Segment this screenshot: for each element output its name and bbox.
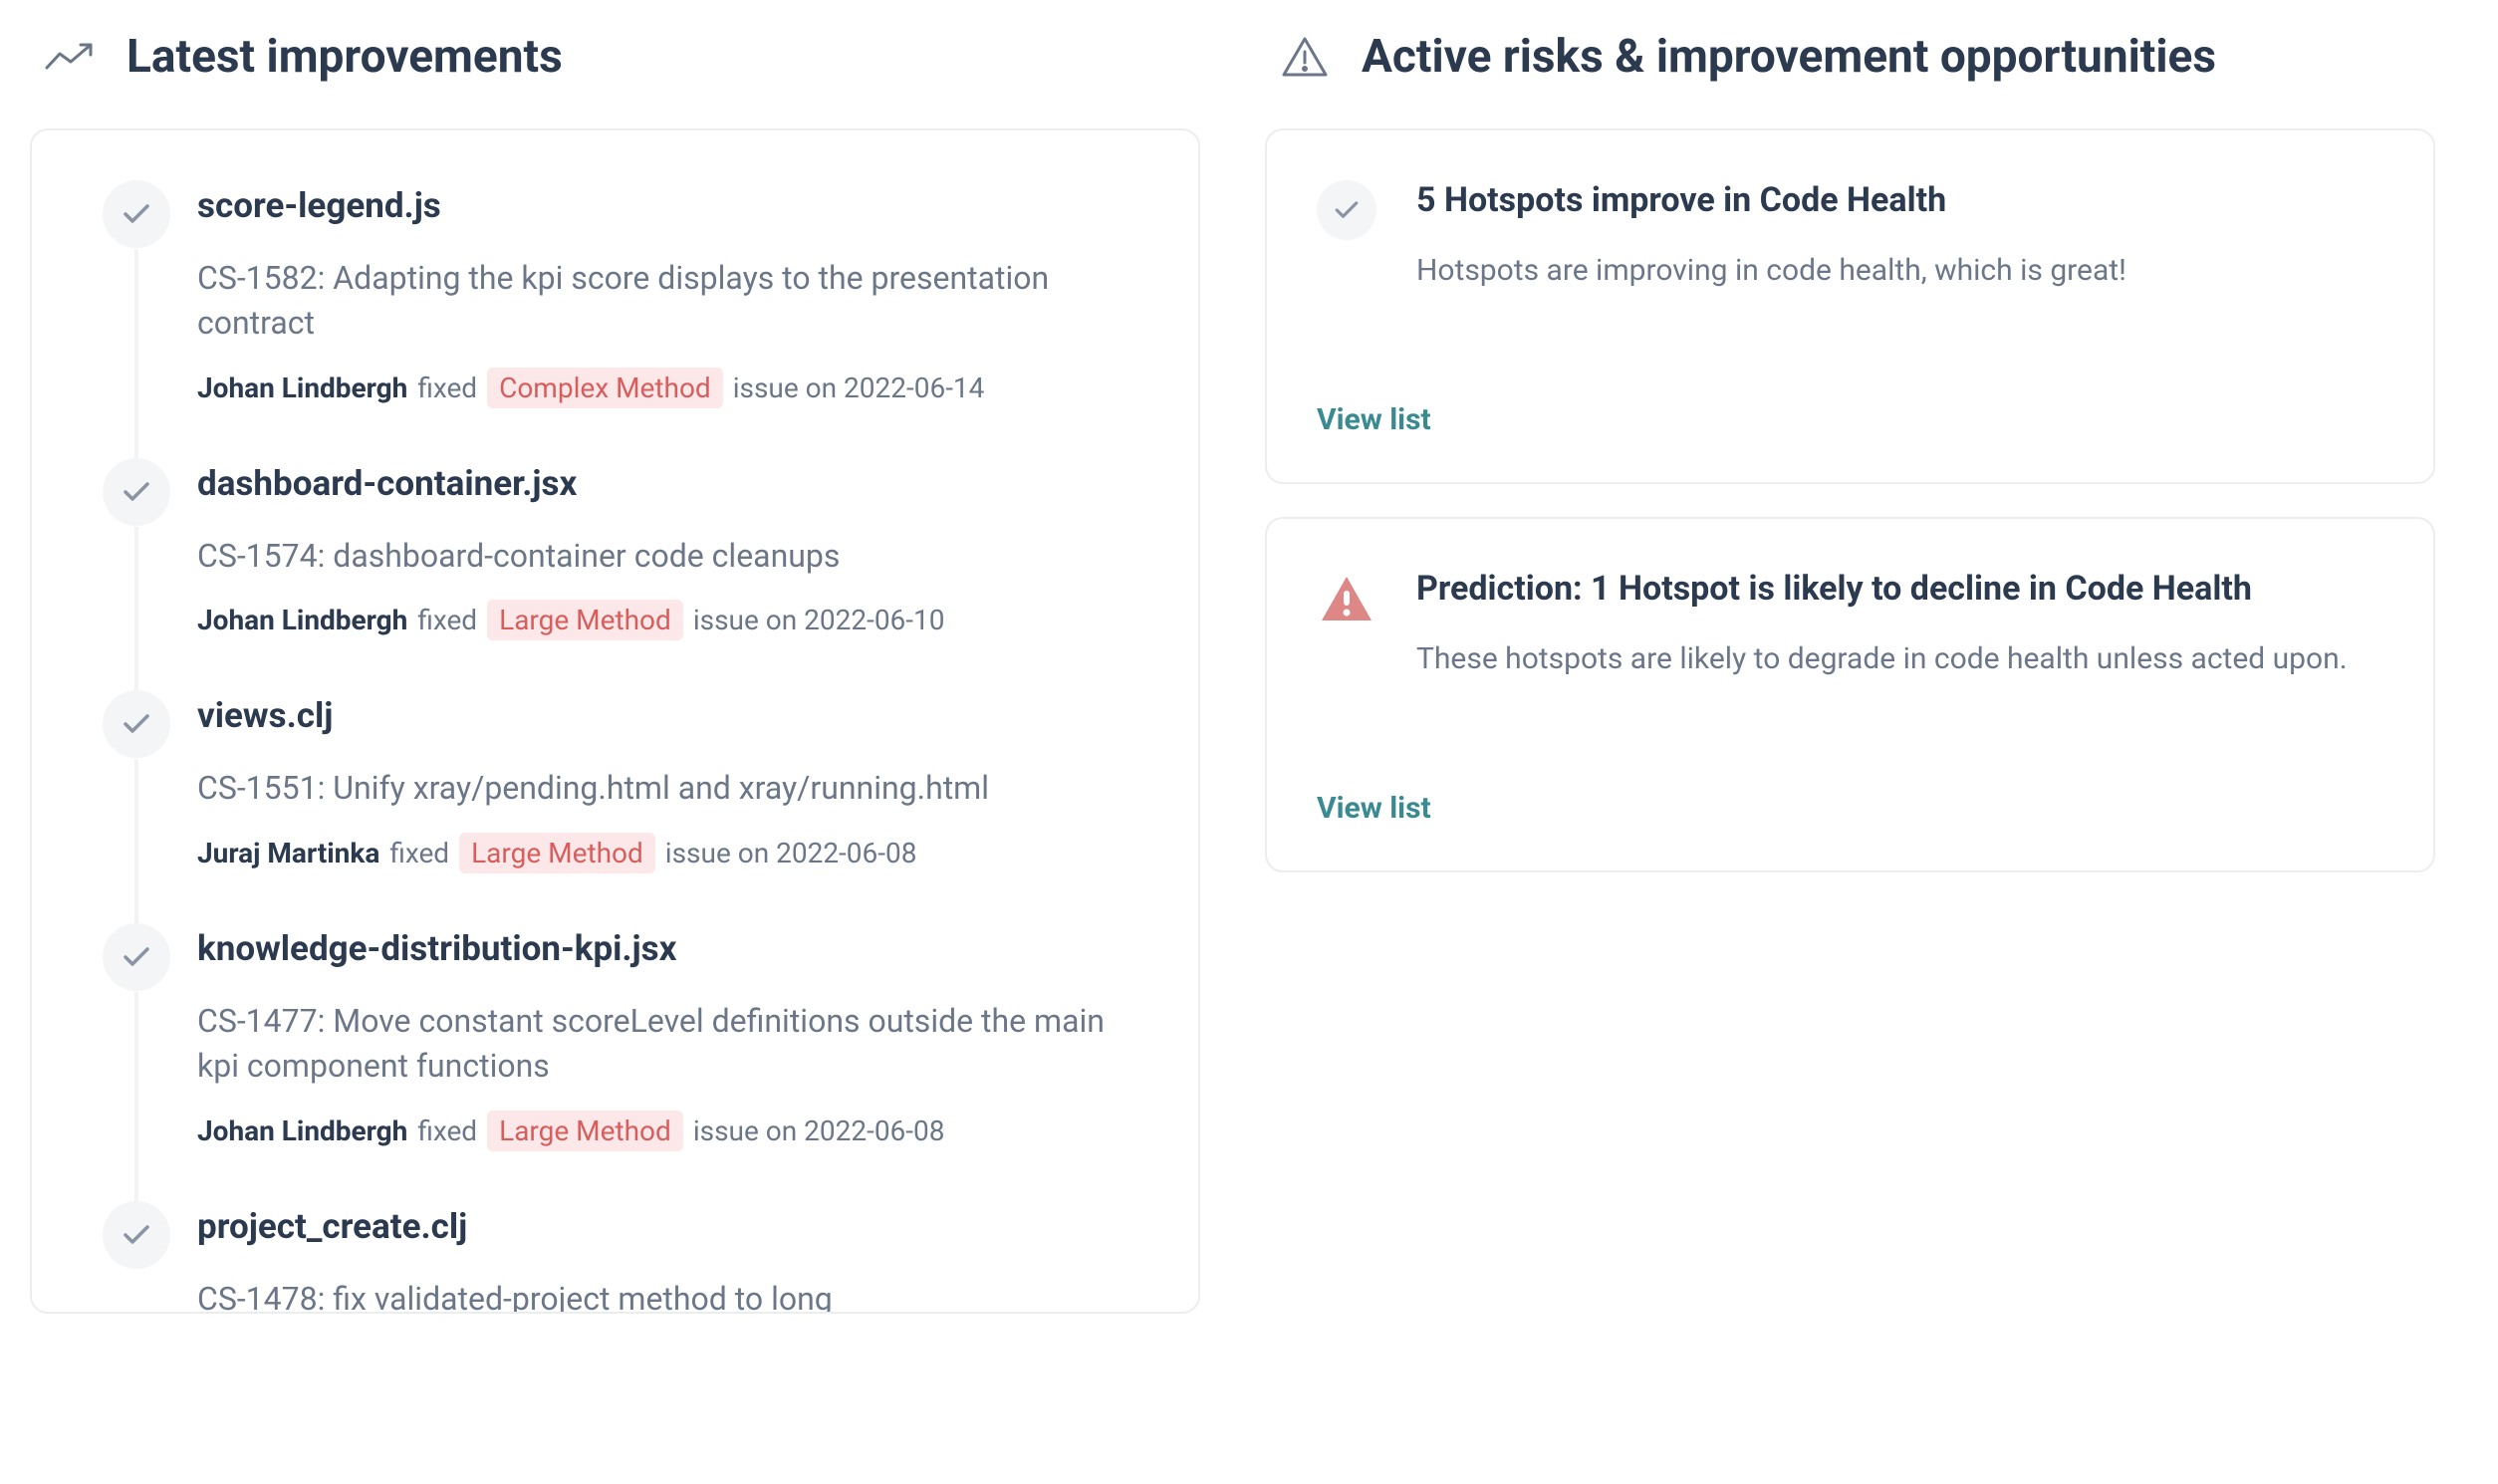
risk-card-header: 5 Hotspots improve in Code Health Hotspo… — [1317, 180, 2383, 293]
improvement-desc: CS-1477: Move constant scoreLevel defini… — [197, 999, 1133, 1089]
improvement-fixed-label: fixed — [417, 604, 477, 636]
risk-card-title: 5 Hotspots improve in Code Health — [1416, 180, 2383, 220]
improvement-issue: issue on 2022-06-08 — [665, 837, 917, 869]
risks-column: Active risks & improvement opportunities… — [1265, 30, 2435, 1314]
improvement-desc: CS-1574: dashboard-container code cleanu… — [197, 534, 1133, 579]
view-list-link[interactable]: View list — [1317, 791, 2383, 826]
risks-title: Active risks & improvement opportunities — [1362, 30, 2216, 84]
improvement-issue: issue on 2022-06-14 — [733, 371, 985, 404]
warning-icon — [1317, 569, 1376, 628]
improvements-column: Latest improvements score-legend.js CS-1… — [30, 30, 1200, 1314]
improvement-fixed-label: fixed — [417, 1114, 477, 1147]
risk-card: 5 Hotspots improve in Code Health Hotspo… — [1265, 128, 2435, 484]
risk-card-content: 5 Hotspots improve in Code Health Hotspo… — [1416, 180, 2383, 293]
improvement-badge: Complex Method — [487, 368, 723, 408]
risk-card-title: Prediction: 1 Hotspot is likely to decli… — [1416, 569, 2383, 609]
improvement-meta: Johan Lindbergh fixed Large Method issue… — [197, 600, 1133, 640]
improvements-header: Latest improvements — [45, 30, 1200, 84]
improvement-author: Johan Lindbergh — [197, 1114, 407, 1147]
improvement-author: Johan Lindbergh — [197, 604, 407, 636]
check-icon — [1317, 180, 1376, 240]
risk-card-desc: These hotspots are likely to degrade in … — [1416, 636, 2383, 681]
risk-card-content: Prediction: 1 Hotspot is likely to decli… — [1416, 569, 2383, 681]
improvements-timeline: score-legend.js CS-1582: Adapting the kp… — [103, 185, 1133, 1314]
check-icon — [103, 1201, 170, 1269]
improvement-desc: CS-1551: Unify xray/pending.html and xra… — [197, 766, 1133, 811]
view-list-link[interactable]: View list — [1317, 402, 2383, 437]
check-icon — [103, 180, 170, 248]
improvement-badge: Large Method — [487, 1111, 683, 1151]
improvement-item[interactable]: score-legend.js CS-1582: Adapting the kp… — [103, 185, 1133, 463]
risks-header: Active risks & improvement opportunities — [1280, 30, 2435, 84]
improvements-title: Latest improvements — [126, 30, 563, 84]
improvement-issue: issue on 2022-06-08 — [693, 1114, 945, 1147]
trend-up-icon — [45, 32, 95, 82]
check-icon — [103, 690, 170, 758]
improvement-fixed-label: fixed — [389, 837, 449, 869]
improvement-item[interactable]: dashboard-container.jsx CS-1574: dashboa… — [103, 463, 1133, 696]
dashboard-container: Latest improvements score-legend.js CS-1… — [30, 30, 2468, 1314]
check-icon — [103, 923, 170, 991]
improvement-desc: CS-1582: Adapting the kpi score displays… — [197, 256, 1133, 346]
improvement-file: knowledge-distribution-kpi.jsx — [197, 928, 1133, 969]
improvement-desc: CS-1478: fix validated-project method to… — [197, 1277, 1133, 1314]
risk-card-desc: Hotspots are improving in code health, w… — [1416, 248, 2383, 293]
improvement-meta: Johan Lindbergh fixed Large Method issue… — [197, 1111, 1133, 1151]
improvement-item[interactable]: project_create.clj CS-1478: fix validate… — [103, 1206, 1133, 1314]
risk-card: Prediction: 1 Hotspot is likely to decli… — [1265, 517, 2435, 872]
improvement-meta: Juraj Martinka fixed Large Method issue … — [197, 833, 1133, 873]
check-icon — [103, 458, 170, 526]
improvement-badge: Large Method — [459, 833, 655, 873]
improvement-file: dashboard-container.jsx — [197, 463, 1133, 504]
improvement-badge: Large Method — [487, 600, 683, 640]
warning-outline-icon — [1280, 32, 1330, 82]
risk-cards-container: 5 Hotspots improve in Code Health Hotspo… — [1265, 128, 2435, 872]
improvement-file: views.clj — [197, 695, 1133, 736]
improvement-file: score-legend.js — [197, 185, 1133, 226]
improvement-author: Juraj Martinka — [197, 837, 379, 869]
improvement-meta: Johan Lindbergh fixed Complex Method iss… — [197, 368, 1133, 408]
improvement-item[interactable]: knowledge-distribution-kpi.jsx CS-1477: … — [103, 928, 1133, 1206]
improvement-fixed-label: fixed — [417, 371, 477, 404]
improvement-author: Johan Lindbergh — [197, 371, 407, 404]
improvements-panel: score-legend.js CS-1582: Adapting the kp… — [30, 128, 1200, 1314]
improvement-issue: issue on 2022-06-10 — [693, 604, 945, 636]
risk-card-header: Prediction: 1 Hotspot is likely to decli… — [1317, 569, 2383, 681]
improvement-item[interactable]: views.clj CS-1551: Unify xray/pending.ht… — [103, 695, 1133, 928]
improvement-file: project_create.clj — [197, 1206, 1133, 1247]
